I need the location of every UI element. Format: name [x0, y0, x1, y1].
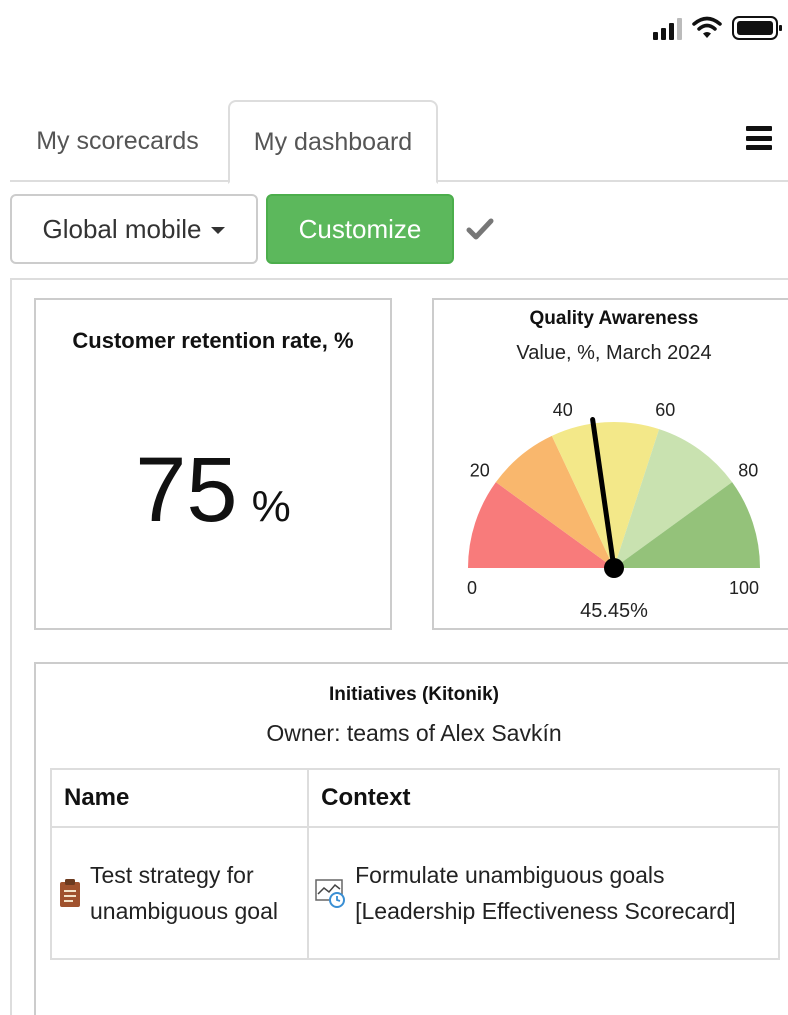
clipboard-icon [60, 879, 80, 907]
initiatives-widget: Initiatives (Kitonik) Owner: teams of Al… [34, 662, 788, 1015]
dashboard-select-value: Global mobile [42, 213, 202, 244]
initiatives-title: Initiatives (Kitonik) [329, 684, 499, 705]
dashboard-select[interactable]: Global mobile [10, 194, 258, 264]
tab-my-dashboard[interactable]: My dashboard [228, 100, 438, 184]
gauge-value-label: 45.45% [580, 600, 648, 622]
column-header-context: Context [307, 768, 780, 828]
signal-icon [653, 16, 682, 40]
kpi-title: Customer retention rate, % [72, 328, 354, 353]
initiative-context[interactable]: Formulate unambiguous goals [Leadership … [353, 857, 753, 929]
gauge-tick-label: 20 [470, 460, 490, 480]
tab-bar: My scorecards My dashboard [10, 100, 788, 184]
initiatives-table: Name Context Test strategy for unambiguo… [49, 768, 780, 960]
tab-my-scorecards[interactable]: My scorecards [10, 100, 225, 182]
battery-icon [732, 16, 782, 40]
table-row[interactable]: Test strategy for unambiguous goal Formu… [49, 826, 780, 960]
gauge-title: Quality Awareness [529, 308, 699, 329]
scorecard-chart-icon [315, 879, 346, 908]
gauge-tick-label: 40 [553, 400, 573, 420]
kpi-number: 75 [135, 439, 238, 541]
name-cell[interactable]: Test strategy for unambiguous goal [49, 826, 310, 960]
kpi-unit: % [251, 482, 291, 531]
gauge-tick-label: 80 [738, 460, 758, 480]
gauge-widget: Quality Awareness Value, %, March 2024 0… [432, 298, 788, 630]
dashboard-toolbar: Global mobile Customize [10, 194, 494, 264]
wifi-icon [692, 16, 722, 38]
status-bar [653, 14, 782, 42]
gauge-tick-label: 60 [655, 400, 675, 420]
initiatives-owner: Owner: teams of Alex Savkín [266, 720, 562, 746]
dashboard-area: Customer retention rate, % 75% Quality A… [10, 278, 788, 1015]
table-header-row: Name Context [49, 768, 780, 828]
checkmark-icon[interactable] [466, 217, 494, 241]
hamburger-menu-icon[interactable] [746, 126, 772, 150]
gauge-needle-hub [604, 558, 624, 578]
kpi-value: 75% [36, 438, 390, 543]
context-cell[interactable]: Formulate unambiguous goals [Leadership … [307, 826, 780, 960]
column-header-name: Name [49, 768, 310, 828]
gauge-chart: 0 20 40 60 80 100 [467, 400, 760, 598]
customize-button[interactable]: Customize [266, 194, 454, 264]
gauge-subtitle: Value, %, March 2024 [516, 342, 712, 364]
kpi-widget: Customer retention rate, % 75% [34, 298, 392, 630]
initiative-name[interactable]: Test strategy for unambiguous goal [88, 857, 288, 929]
caret-down-icon [211, 227, 226, 234]
gauge-tick-label: 0 [467, 578, 477, 598]
gauge-tick-label: 100 [729, 578, 759, 598]
